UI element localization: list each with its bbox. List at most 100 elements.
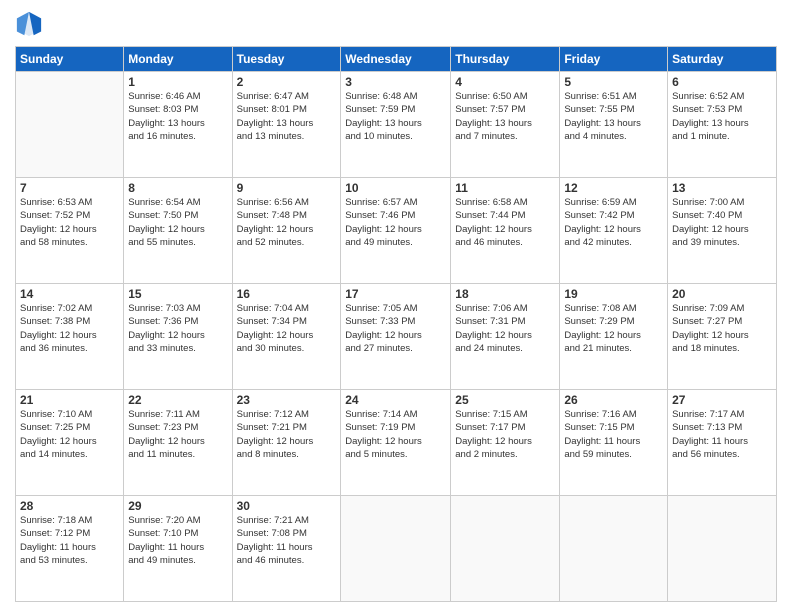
day-number: 8 (128, 181, 227, 195)
day-info: Sunrise: 7:03 AMSunset: 7:36 PMDaylight:… (128, 302, 227, 355)
day-info: Sunrise: 7:14 AMSunset: 7:19 PMDaylight:… (345, 408, 446, 461)
day-number: 29 (128, 499, 227, 513)
day-number: 24 (345, 393, 446, 407)
day-info: Sunrise: 6:57 AMSunset: 7:46 PMDaylight:… (345, 196, 446, 249)
day-number: 22 (128, 393, 227, 407)
calendar-cell: 20Sunrise: 7:09 AMSunset: 7:27 PMDayligh… (668, 284, 777, 390)
day-info: Sunrise: 7:05 AMSunset: 7:33 PMDaylight:… (345, 302, 446, 355)
day-info: Sunrise: 6:50 AMSunset: 7:57 PMDaylight:… (455, 90, 555, 143)
calendar-cell: 1Sunrise: 6:46 AMSunset: 8:03 PMDaylight… (124, 72, 232, 178)
day-info: Sunrise: 6:59 AMSunset: 7:42 PMDaylight:… (564, 196, 663, 249)
calendar-table: SundayMondayTuesdayWednesdayThursdayFrid… (15, 46, 777, 602)
calendar-week-1: 1Sunrise: 6:46 AMSunset: 8:03 PMDaylight… (16, 72, 777, 178)
day-info: Sunrise: 7:11 AMSunset: 7:23 PMDaylight:… (128, 408, 227, 461)
day-info: Sunrise: 7:20 AMSunset: 7:10 PMDaylight:… (128, 514, 227, 567)
calendar-week-2: 7Sunrise: 6:53 AMSunset: 7:52 PMDaylight… (16, 178, 777, 284)
day-number: 10 (345, 181, 446, 195)
calendar-cell: 30Sunrise: 7:21 AMSunset: 7:08 PMDayligh… (232, 496, 341, 602)
calendar-week-5: 28Sunrise: 7:18 AMSunset: 7:12 PMDayligh… (16, 496, 777, 602)
weekday-header-wednesday: Wednesday (341, 47, 451, 72)
day-info: Sunrise: 7:16 AMSunset: 7:15 PMDaylight:… (564, 408, 663, 461)
day-number: 2 (237, 75, 337, 89)
calendar-cell: 21Sunrise: 7:10 AMSunset: 7:25 PMDayligh… (16, 390, 124, 496)
calendar-cell (560, 496, 668, 602)
day-info: Sunrise: 6:51 AMSunset: 7:55 PMDaylight:… (564, 90, 663, 143)
calendar-cell: 14Sunrise: 7:02 AMSunset: 7:38 PMDayligh… (16, 284, 124, 390)
calendar-cell (451, 496, 560, 602)
day-number: 13 (672, 181, 772, 195)
page: SundayMondayTuesdayWednesdayThursdayFrid… (0, 0, 792, 612)
day-number: 30 (237, 499, 337, 513)
day-number: 23 (237, 393, 337, 407)
calendar-cell: 23Sunrise: 7:12 AMSunset: 7:21 PMDayligh… (232, 390, 341, 496)
weekday-header-tuesday: Tuesday (232, 47, 341, 72)
day-number: 9 (237, 181, 337, 195)
day-info: Sunrise: 7:02 AMSunset: 7:38 PMDaylight:… (20, 302, 119, 355)
day-number: 6 (672, 75, 772, 89)
calendar-cell: 25Sunrise: 7:15 AMSunset: 7:17 PMDayligh… (451, 390, 560, 496)
calendar-cell (668, 496, 777, 602)
calendar-cell: 18Sunrise: 7:06 AMSunset: 7:31 PMDayligh… (451, 284, 560, 390)
calendar-header-row: SundayMondayTuesdayWednesdayThursdayFrid… (16, 47, 777, 72)
calendar-cell: 29Sunrise: 7:20 AMSunset: 7:10 PMDayligh… (124, 496, 232, 602)
calendar-cell: 19Sunrise: 7:08 AMSunset: 7:29 PMDayligh… (560, 284, 668, 390)
day-number: 11 (455, 181, 555, 195)
day-info: Sunrise: 7:06 AMSunset: 7:31 PMDaylight:… (455, 302, 555, 355)
calendar-cell: 16Sunrise: 7:04 AMSunset: 7:34 PMDayligh… (232, 284, 341, 390)
calendar-cell: 4Sunrise: 6:50 AMSunset: 7:57 PMDaylight… (451, 72, 560, 178)
calendar-cell: 2Sunrise: 6:47 AMSunset: 8:01 PMDaylight… (232, 72, 341, 178)
day-number: 28 (20, 499, 119, 513)
calendar-cell: 7Sunrise: 6:53 AMSunset: 7:52 PMDaylight… (16, 178, 124, 284)
day-number: 1 (128, 75, 227, 89)
day-info: Sunrise: 7:09 AMSunset: 7:27 PMDaylight:… (672, 302, 772, 355)
day-info: Sunrise: 7:17 AMSunset: 7:13 PMDaylight:… (672, 408, 772, 461)
day-number: 5 (564, 75, 663, 89)
day-number: 18 (455, 287, 555, 301)
day-number: 7 (20, 181, 119, 195)
calendar-cell: 9Sunrise: 6:56 AMSunset: 7:48 PMDaylight… (232, 178, 341, 284)
calendar-cell: 22Sunrise: 7:11 AMSunset: 7:23 PMDayligh… (124, 390, 232, 496)
day-info: Sunrise: 6:52 AMSunset: 7:53 PMDaylight:… (672, 90, 772, 143)
day-info: Sunrise: 6:56 AMSunset: 7:48 PMDaylight:… (237, 196, 337, 249)
calendar-cell (16, 72, 124, 178)
day-info: Sunrise: 6:46 AMSunset: 8:03 PMDaylight:… (128, 90, 227, 143)
calendar-week-3: 14Sunrise: 7:02 AMSunset: 7:38 PMDayligh… (16, 284, 777, 390)
day-info: Sunrise: 6:53 AMSunset: 7:52 PMDaylight:… (20, 196, 119, 249)
day-number: 27 (672, 393, 772, 407)
day-number: 26 (564, 393, 663, 407)
day-info: Sunrise: 7:12 AMSunset: 7:21 PMDaylight:… (237, 408, 337, 461)
day-info: Sunrise: 7:00 AMSunset: 7:40 PMDaylight:… (672, 196, 772, 249)
weekday-header-friday: Friday (560, 47, 668, 72)
day-number: 15 (128, 287, 227, 301)
day-info: Sunrise: 7:18 AMSunset: 7:12 PMDaylight:… (20, 514, 119, 567)
day-number: 20 (672, 287, 772, 301)
day-number: 14 (20, 287, 119, 301)
calendar-cell: 5Sunrise: 6:51 AMSunset: 7:55 PMDaylight… (560, 72, 668, 178)
day-number: 12 (564, 181, 663, 195)
calendar-cell: 11Sunrise: 6:58 AMSunset: 7:44 PMDayligh… (451, 178, 560, 284)
weekday-header-sunday: Sunday (16, 47, 124, 72)
day-info: Sunrise: 7:04 AMSunset: 7:34 PMDaylight:… (237, 302, 337, 355)
day-info: Sunrise: 7:15 AMSunset: 7:17 PMDaylight:… (455, 408, 555, 461)
calendar-cell: 8Sunrise: 6:54 AMSunset: 7:50 PMDaylight… (124, 178, 232, 284)
day-number: 17 (345, 287, 446, 301)
weekday-header-thursday: Thursday (451, 47, 560, 72)
calendar-cell: 27Sunrise: 7:17 AMSunset: 7:13 PMDayligh… (668, 390, 777, 496)
calendar-cell: 26Sunrise: 7:16 AMSunset: 7:15 PMDayligh… (560, 390, 668, 496)
day-info: Sunrise: 6:58 AMSunset: 7:44 PMDaylight:… (455, 196, 555, 249)
day-number: 25 (455, 393, 555, 407)
header (15, 10, 777, 38)
calendar-cell: 6Sunrise: 6:52 AMSunset: 7:53 PMDaylight… (668, 72, 777, 178)
day-number: 3 (345, 75, 446, 89)
day-info: Sunrise: 6:54 AMSunset: 7:50 PMDaylight:… (128, 196, 227, 249)
logo (15, 10, 47, 38)
logo-icon (15, 10, 43, 38)
calendar-cell: 13Sunrise: 7:00 AMSunset: 7:40 PMDayligh… (668, 178, 777, 284)
day-number: 4 (455, 75, 555, 89)
weekday-header-saturday: Saturday (668, 47, 777, 72)
calendar-cell: 17Sunrise: 7:05 AMSunset: 7:33 PMDayligh… (341, 284, 451, 390)
day-info: Sunrise: 6:47 AMSunset: 8:01 PMDaylight:… (237, 90, 337, 143)
day-info: Sunrise: 7:21 AMSunset: 7:08 PMDaylight:… (237, 514, 337, 567)
weekday-header-monday: Monday (124, 47, 232, 72)
calendar-week-4: 21Sunrise: 7:10 AMSunset: 7:25 PMDayligh… (16, 390, 777, 496)
